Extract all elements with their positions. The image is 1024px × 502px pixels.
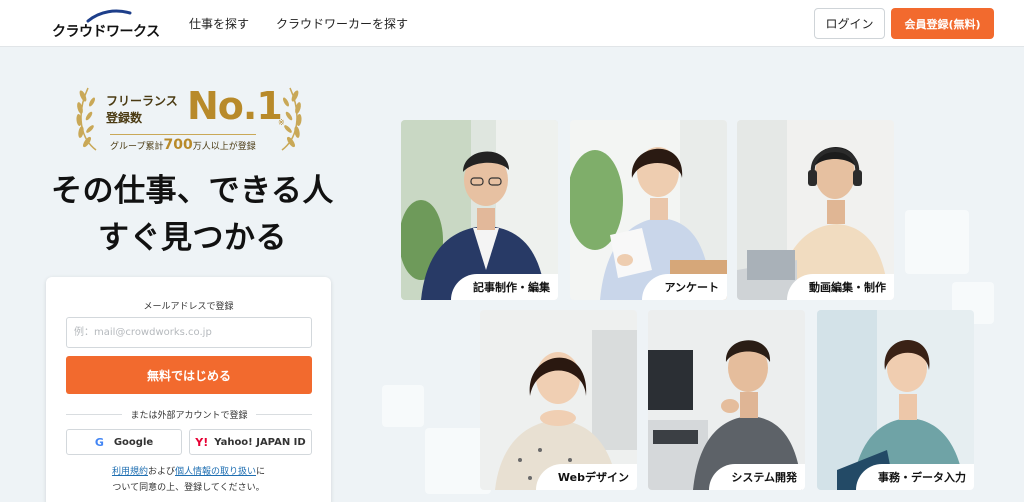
category-tile-video[interactable]: 動画編集・制作 — [737, 120, 894, 300]
email-field[interactable] — [66, 317, 312, 348]
video-editor-photo-icon — [737, 120, 894, 300]
login-button[interactable]: ログイン — [814, 8, 885, 39]
writer-photo-icon — [401, 120, 558, 300]
decor-glass-3 — [382, 385, 424, 427]
external-label: または外部アカウントで登録 — [130, 411, 248, 421]
terms-line2: ついて同意の上、登録してください。 — [112, 483, 265, 493]
category-label: システム開発 — [709, 464, 805, 490]
start-free-button[interactable]: 無料ではじめる — [66, 356, 312, 394]
developer-photo-icon — [648, 310, 805, 490]
google-icon: G — [94, 435, 104, 449]
category-tile-system[interactable]: システム開発 — [648, 310, 805, 490]
external-divider: または外部アカウントで登録 — [66, 409, 312, 421]
headline-line1: その仕事、できる人 — [51, 173, 334, 209]
award-line2: 登録数 — [106, 111, 143, 125]
category-label: 事務・データ入力 — [856, 464, 974, 490]
yahoo-icon: Y! — [195, 435, 209, 449]
yahoo-signup-button[interactable]: Y! Yahoo! JAPAN ID — [189, 429, 312, 455]
nav-find-workers[interactable]: クラウドワーカーを探す — [276, 15, 408, 32]
site-header: クラウドワークス 仕事を探す クラウドワーカーを探す ログイン 会員登録(無料) — [0, 0, 1024, 47]
award-line1: フリーランス — [106, 94, 178, 108]
crowdworks-logo[interactable]: クラウドワークス — [52, 9, 160, 40]
category-label: 動画編集・制作 — [787, 274, 894, 300]
category-tile-office[interactable]: 事務・データ入力 — [817, 310, 974, 490]
survey-photo-icon — [570, 120, 727, 300]
category-tile-writing[interactable]: 記事制作・編集 — [401, 120, 558, 300]
terms-and: および — [147, 467, 175, 477]
terms-suffix: に — [256, 467, 266, 477]
yahoo-label: Yahoo! JAPAN ID — [214, 436, 306, 448]
category-tile-survey[interactable]: アンケート — [570, 120, 727, 300]
laurel-left-icon — [76, 87, 97, 151]
category-tile-webdesign[interactable]: Webデザイン — [480, 310, 637, 490]
terms-link[interactable]: 利用規約 — [112, 467, 148, 477]
registration-card: メールアドレスで登録 無料ではじめる または外部アカウントで登録 G Googl… — [46, 277, 331, 502]
email-label: メールアドレスで登録 — [143, 302, 234, 312]
award-subtext: グループ累計700万人以上が登録 — [110, 134, 256, 153]
award-sub-prefix: グループ累計 — [110, 142, 164, 152]
google-signup-button[interactable]: G Google — [66, 429, 182, 455]
award-rank: No.1 — [187, 84, 283, 128]
hero-headline: その仕事、できる人 すぐ見つかる — [40, 168, 345, 262]
award-badge: フリーランス 登録数 No.1 ※ グループ累計700万人以上が登録 — [74, 82, 304, 154]
category-label: アンケート — [642, 274, 727, 300]
category-label: 記事制作・編集 — [451, 274, 558, 300]
web-designer-photo-icon — [480, 310, 637, 490]
data-entry-photo-icon — [817, 310, 974, 490]
headline-line2: すぐ見つかる — [98, 220, 287, 256]
terms-notice: 利用規約および個人情報の取り扱いに ついて同意の上、登録してください。 — [46, 464, 331, 496]
category-label: Webデザイン — [535, 464, 637, 490]
decor-glass-1 — [905, 210, 969, 274]
award-note-mark: ※ — [278, 118, 285, 127]
register-button[interactable]: 会員登録(無料) — [891, 8, 994, 39]
google-label: Google — [113, 436, 154, 448]
nav-find-jobs[interactable]: 仕事を探す — [189, 15, 249, 32]
privacy-link[interactable]: 個人情報の取り扱い — [175, 467, 256, 477]
logo-text: クラウドワークス — [52, 24, 160, 40]
award-sub-number: 700 — [163, 137, 193, 153]
award-sub-suffix: 万人以上が登録 — [192, 142, 256, 152]
